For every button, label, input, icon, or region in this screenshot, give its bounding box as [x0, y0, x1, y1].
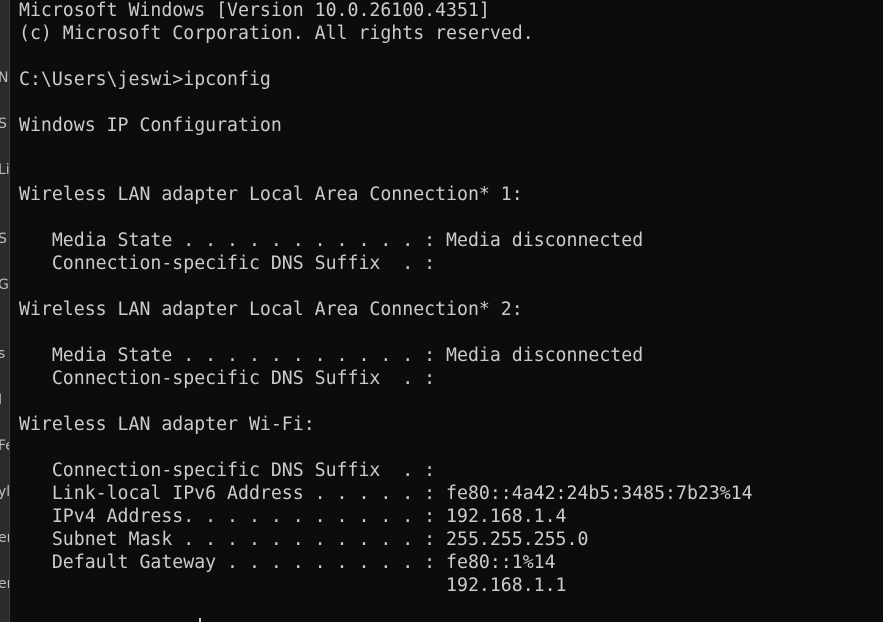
sidebar-fragment: N	[0, 70, 8, 86]
terminal-line: C:\Users\jeswi>ipconfig	[19, 69, 271, 90]
terminal-line: Link-local IPv6 Address . . . . . : fe80…	[19, 483, 753, 504]
terminal-line: IPv4 Address. . . . . . . . . . . : 192.…	[19, 506, 567, 527]
background-window-edge: N S Li S G s I Fe yl er er	[0, 0, 10, 622]
terminal-line: Wireless LAN adapter Local Area Connecti…	[19, 299, 523, 320]
terminal-line: Connection-specific DNS Suffix . :	[19, 368, 436, 389]
sidebar-fragment: I	[0, 392, 2, 408]
terminal-line: Subnet Mask . . . . . . . . . . . : 255.…	[19, 529, 589, 550]
terminal-line: Microsoft Windows [Version 10.0.26100.43…	[19, 0, 490, 21]
terminal-output[interactable]: Microsoft Windows [Version 10.0.26100.43…	[19, 0, 879, 622]
terminal-line: Media State . . . . . . . . . . . : Medi…	[19, 345, 644, 366]
terminal-line: Connection-specific DNS Suffix . :	[19, 253, 436, 274]
terminal-line: Connection-specific DNS Suffix . :	[19, 460, 436, 481]
sidebar-fragment: Li	[0, 162, 10, 178]
terminal-line: 192.168.1.1	[19, 575, 567, 596]
terminal-line: Wireless LAN adapter Wi-Fi:	[19, 414, 315, 435]
terminal-line: (c) Microsoft Corporation. All rights re…	[19, 23, 534, 44]
sidebar-fragment: s	[0, 346, 5, 362]
sidebar-fragment: Fe	[0, 438, 9, 454]
sidebar-fragment: G	[0, 277, 9, 293]
sidebar-fragment: S	[0, 231, 7, 247]
terminal-line: Default Gateway . . . . . . . . . : fe80…	[19, 552, 556, 573]
sidebar-fragment: er	[0, 530, 9, 546]
text-cursor	[199, 618, 201, 622]
sidebar-fragment: S	[0, 116, 7, 132]
terminal-text[interactable]: Microsoft Windows [Version 10.0.26100.43…	[19, 0, 879, 597]
terminal-line: Windows IP Configuration	[19, 115, 282, 136]
terminal-line: Media State . . . . . . . . . . . : Medi…	[19, 230, 644, 251]
terminal-line: Wireless LAN adapter Local Area Connecti…	[19, 184, 523, 205]
sidebar-fragment: er	[0, 576, 9, 592]
sidebar-fragment: yl	[0, 484, 10, 500]
